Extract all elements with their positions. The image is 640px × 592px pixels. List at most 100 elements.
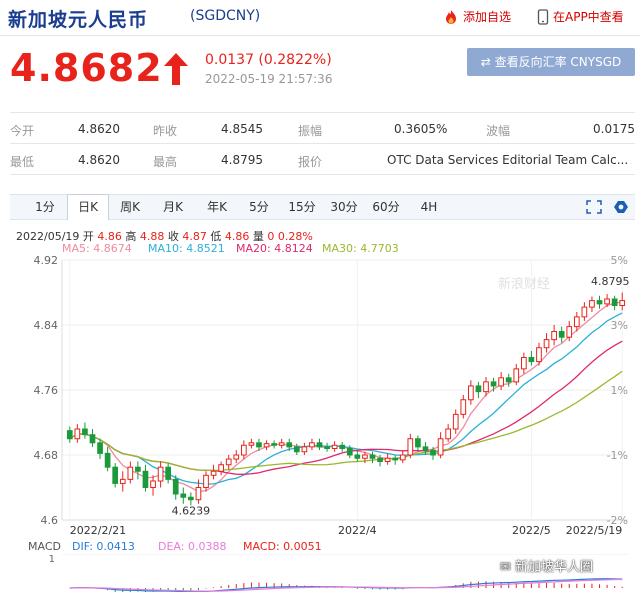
spread-value: 0.0175: [593, 122, 635, 136]
candle-body: [437, 438, 444, 456]
candle-body: [422, 446, 429, 451]
candle-body: [369, 454, 376, 459]
add-favorite-label: 添加自选: [463, 10, 512, 24]
candle-body: [581, 306, 588, 318]
period-tabs: 1分 日K 周K 月K 年K 5分 15分 30分 60分 4H: [10, 194, 635, 220]
candle-body: [528, 357, 535, 363]
quote-by-label: 报价: [298, 155, 323, 169]
candle-body: [203, 474, 209, 488]
pct-tick-label: 1%: [611, 384, 628, 397]
view-in-app-label: 在APP中查看: [553, 10, 624, 24]
candlestick-chart[interactable]: 新浪财经 4.924.844.764.684.6 5%3%1%-1%-2% 20…: [0, 254, 640, 540]
tab-monthly[interactable]: 月K: [156, 195, 190, 219]
candle-body: [460, 399, 467, 415]
high-value: 4.8795: [221, 153, 263, 167]
swap-icon: ⇄: [480, 55, 491, 69]
candle-body: [74, 428, 81, 440]
dea-legend: DEA: 0.0388: [158, 540, 227, 553]
open-label: 今开: [10, 124, 35, 138]
candle-body: [210, 470, 217, 476]
quote-time: 2022-05-19 21:57:36: [205, 72, 333, 86]
tab-5min[interactable]: 5分: [242, 195, 276, 219]
phone-icon: [537, 8, 549, 25]
tab-4h[interactable]: 4H: [412, 195, 446, 219]
candle-body: [82, 428, 88, 436]
low-label: 最低: [10, 155, 35, 169]
candle-body: [157, 466, 164, 482]
chart-watermark: 新浪财经: [498, 276, 550, 292]
tab-weekly[interactable]: 周K: [113, 195, 147, 219]
tab-15min[interactable]: 15分: [284, 195, 320, 219]
settings-icon[interactable]: [614, 200, 630, 214]
candle-body: [604, 298, 610, 305]
tab-30min[interactable]: 30分: [326, 195, 362, 219]
pct-tick-label: 3%: [611, 319, 628, 332]
stats-table: 今开 4.8620 昨收 4.8545 振幅 0.3605% 波幅 0.0175…: [10, 112, 635, 175]
prev-close-label: 昨收: [153, 124, 178, 138]
candle-body: [596, 300, 603, 305]
candle-body: [301, 446, 308, 453]
candle-body: [619, 300, 626, 306]
candle-body: [256, 442, 262, 448]
current-price: 4.8682: [10, 46, 163, 90]
candle-body: [377, 457, 383, 462]
candle-body: [392, 457, 399, 461]
candle-body: [142, 470, 149, 488]
reverse-rate-button[interactable]: ⇄ 查看反向汇率 CNYSGD: [467, 48, 635, 76]
price-change: 0.0137 (0.2822%): [205, 52, 332, 68]
tab-60min[interactable]: 60分: [368, 195, 404, 219]
candle-body: [452, 413, 459, 430]
amplitude-label: 振幅: [298, 124, 323, 138]
y-axis-labels: 4.92 4.84 4.76 4.68 4.6: [34, 254, 59, 527]
candle-body: [415, 438, 421, 448]
candle-body: [339, 444, 346, 449]
tab-daily[interactable]: 日K: [67, 194, 109, 220]
pct-tick-label: -1%: [607, 449, 628, 462]
pct-axis-labels: 5%3%1%-1%-2%: [607, 254, 628, 527]
candle-body: [475, 385, 482, 393]
ma5-line: [69, 301, 623, 493]
reverse-rate-label: 查看反向汇率 CNYSGD: [494, 55, 622, 69]
candle-body: [195, 487, 202, 501]
x-tick-label: 2022/2/21: [70, 524, 126, 537]
candle-body: [362, 454, 368, 459]
candle-body: [165, 466, 172, 480]
candle-body: [589, 300, 595, 308]
candle-body: [271, 443, 277, 446]
prev-close-value: 4.8545: [221, 122, 263, 136]
view-in-app-button[interactable]: 在APP中查看: [537, 8, 624, 25]
candle-body: [468, 385, 474, 401]
candle-body: [536, 347, 542, 363]
candle-body: [104, 452, 111, 468]
footer-watermark: ✉ 新加坡华人圈: [500, 556, 593, 575]
candle-body: [127, 466, 134, 480]
low-value: 4.8620: [78, 153, 120, 167]
y-tick-label: 4.84: [34, 319, 59, 332]
fullscreen-icon[interactable]: [586, 200, 602, 214]
candle-body: [248, 442, 255, 446]
candle-body: [354, 454, 361, 459]
y-tick-label: 4.92: [34, 254, 59, 267]
y-tick-label: 4.76: [34, 384, 59, 397]
tab-1min[interactable]: 1分: [28, 195, 62, 219]
candle-body: [180, 493, 187, 498]
candle-body: [135, 466, 141, 472]
x-tick-label: 2022/5: [512, 524, 551, 537]
ma-lines: [69, 301, 623, 493]
candle-body: [293, 446, 300, 453]
candle-body: [97, 442, 103, 454]
candle-body: [188, 496, 194, 501]
x-axis-labels: 2022/2/21 2022/4 2022/5 2022/5/19: [70, 524, 622, 537]
candle-body: [346, 448, 353, 456]
symbol-code: (SGDCNY): [190, 8, 261, 24]
candle-body: [225, 458, 232, 466]
candle-body: [218, 464, 224, 472]
tab-yearly[interactable]: 年K: [200, 195, 234, 219]
candle-body: [89, 434, 96, 444]
page: 新加坡元人民币 (SGDCNY) 添加自选 在APP中查看 4.8682 0.0…: [0, 0, 640, 592]
macd-legend: MACD: 0.0051: [243, 540, 322, 553]
add-favorite-button[interactable]: 添加自选: [443, 8, 511, 25]
spread-label: 波幅: [486, 124, 511, 138]
candle-body: [150, 480, 156, 488]
min-annotation: 4.6239: [172, 505, 211, 518]
